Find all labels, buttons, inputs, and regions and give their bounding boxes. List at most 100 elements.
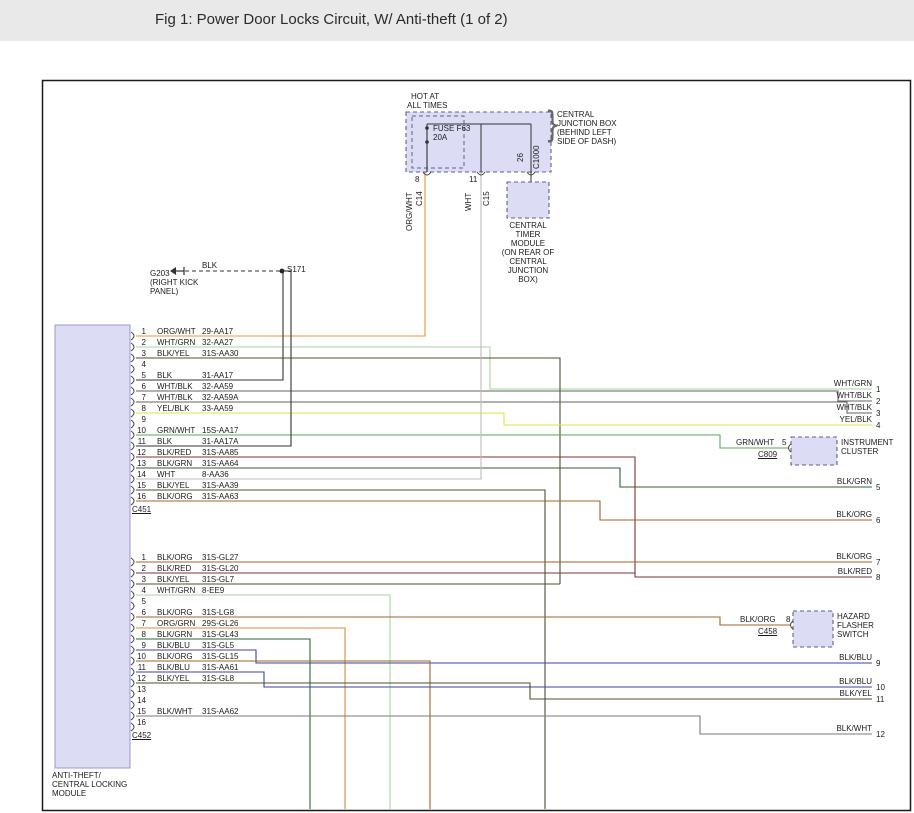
ctm-line: TIMER xyxy=(494,230,562,239)
right-wire-label: BLK/ORG xyxy=(742,552,872,561)
hazard-name-line2: FLASHER xyxy=(837,621,874,630)
pin-number: 9 xyxy=(134,641,146,650)
pin-wire-color: BLK/BLU xyxy=(157,663,190,672)
instrument-cluster-box xyxy=(791,437,837,465)
pin-circuit: 31S-GL8 xyxy=(202,674,234,683)
pin-wire-color: BLK/GRN xyxy=(157,459,192,468)
pin-circuit: 31S-AA61 xyxy=(202,663,238,672)
pin-wire-color: BLK/ORG xyxy=(157,608,193,617)
hazard-flasher-switch-box xyxy=(793,611,833,647)
c1000-connector-label: C1000 xyxy=(533,145,541,169)
right-pin-number: 6 xyxy=(876,516,880,525)
pin-circuit: 31S-GL20 xyxy=(202,564,238,573)
right-pin-number: 12 xyxy=(876,730,885,739)
wht-wire-label: WHT xyxy=(465,193,473,211)
pin-wire-color: BLK/YEL xyxy=(157,481,189,490)
cluster-name-line1: INSTRUMENT xyxy=(841,438,893,447)
pin-number: 6 xyxy=(134,608,146,617)
pin-number: 13 xyxy=(134,459,146,468)
hazard-connector: C458 xyxy=(758,627,777,636)
c14-connector-label: C14 xyxy=(416,191,424,206)
fuse-label-line2: 20A xyxy=(433,133,447,142)
c14-pin-number: 8 xyxy=(415,175,419,184)
right-pin-number: 1 xyxy=(876,385,880,394)
cjb-line: CENTRAL xyxy=(557,110,617,119)
right-pin-number: 9 xyxy=(876,659,880,668)
pin-wire-color: BLK/BLU xyxy=(157,641,190,650)
pin-circuit: 32-AA27 xyxy=(202,338,233,347)
orgwht-wire-label: ORG/WHT xyxy=(406,192,414,231)
splice-label: S171 xyxy=(287,265,306,274)
c15-connector-label: C15 xyxy=(483,191,491,206)
cjb-line: (BEHIND LEFT xyxy=(557,128,617,137)
ctm-line: BOX) xyxy=(494,275,562,284)
pin-number: 3 xyxy=(134,349,146,358)
pin-number: 11 xyxy=(134,663,146,672)
right-wire-label: BLK/GRN xyxy=(742,477,872,486)
pin-circuit: 31S-AA64 xyxy=(202,459,238,468)
pin-wire-color: BLK/RED xyxy=(157,448,191,457)
pin-number: 7 xyxy=(134,393,146,402)
pin-circuit: 32-AA59A xyxy=(202,393,238,402)
fuse-terminal-dot xyxy=(425,126,429,130)
fuse-label-line1: FUSE F63 xyxy=(433,124,470,133)
pin-wire-color: BLK/ORG xyxy=(157,492,193,501)
pin-circuit: 31-AA17 xyxy=(202,371,233,380)
right-pin-number: 2 xyxy=(876,397,880,406)
pin-circuit: 31S-AA62 xyxy=(202,707,238,716)
pin-circuit: 31S-GL15 xyxy=(202,652,238,661)
ground-arrow-icon xyxy=(170,267,176,275)
right-pin-number: 8 xyxy=(876,573,880,582)
pin-circuit: 15S-AA17 xyxy=(202,426,238,435)
right-wire-label: YEL/BLK xyxy=(742,415,872,424)
pin-circuit: 31S-LG8 xyxy=(202,608,234,617)
pin-number: 16 xyxy=(134,718,146,727)
right-wire-label: WHT/GRN xyxy=(742,379,872,388)
pin-number: 10 xyxy=(134,426,146,435)
connector-label-c452: C452 xyxy=(132,731,151,740)
pin-number: 11 xyxy=(134,437,146,446)
pin-number: 9 xyxy=(134,415,146,424)
central-timer-module-label: CENTRAL TIMER MODULE (ON REAR OF CENTRAL… xyxy=(494,221,562,284)
pin-circuit: 29S-GL26 xyxy=(202,619,238,628)
module-name-line3: MODULE xyxy=(52,789,86,798)
pin-number: 15 xyxy=(134,707,146,716)
fuse-terminal-dot xyxy=(425,140,429,144)
pin-wire-color: BLK/GRN xyxy=(157,630,192,639)
pin-circuit: 31S-AA39 xyxy=(202,481,238,490)
pin-wire-color: BLK xyxy=(157,437,172,446)
hazard-pin-number: 8 xyxy=(786,615,790,624)
cjb-line: SIDE OF DASH) xyxy=(557,137,617,146)
ground-location-line2: PANEL) xyxy=(150,287,178,296)
pin-circuit: 31S-AA85 xyxy=(202,448,238,457)
pin-circuit: 31S-GL27 xyxy=(202,553,238,562)
wire-blk_yel xyxy=(136,358,560,584)
pin-circuit: 32-AA59 xyxy=(202,382,233,391)
pin-number: 15 xyxy=(134,481,146,490)
right-wire-label: BLK/BLU xyxy=(742,653,872,662)
pin-number: 2 xyxy=(134,338,146,347)
pin-number: 14 xyxy=(134,470,146,479)
pin-wire-color: BLK/YEL xyxy=(157,575,189,584)
pin-circuit: 29-AA17 xyxy=(202,327,233,336)
pin-number: 10 xyxy=(134,652,146,661)
ground-location-line1: (RIGHT KICK xyxy=(150,278,198,287)
pin-number: 4 xyxy=(134,586,146,595)
pin-circuit: 8-EE9 xyxy=(202,586,224,595)
ground-name: G203 xyxy=(150,269,170,278)
pin-wire-color: YEL/BLK xyxy=(157,404,189,413)
hot-at-label-line1: HOT AT xyxy=(411,92,439,101)
wire-org_wht xyxy=(136,172,425,336)
pin-wire-color: BLK/YEL xyxy=(157,674,189,683)
right-wire-label: WHT/BLK xyxy=(742,403,872,412)
pin-number: 12 xyxy=(134,674,146,683)
pin-number: 7 xyxy=(134,619,146,628)
ctm-line: JUNCTION xyxy=(494,266,562,275)
hazard-name-line1: HAZARD xyxy=(837,612,870,621)
pin-number: 4 xyxy=(134,360,146,369)
pin-circuit: 31S-AA30 xyxy=(202,349,238,358)
connector-label-c451: C451 xyxy=(132,505,151,514)
central-timer-module-box xyxy=(507,182,549,218)
pin-circuit: 31S-GL5 xyxy=(202,641,234,650)
pin-wire-color: WHT/GRN xyxy=(157,338,195,347)
